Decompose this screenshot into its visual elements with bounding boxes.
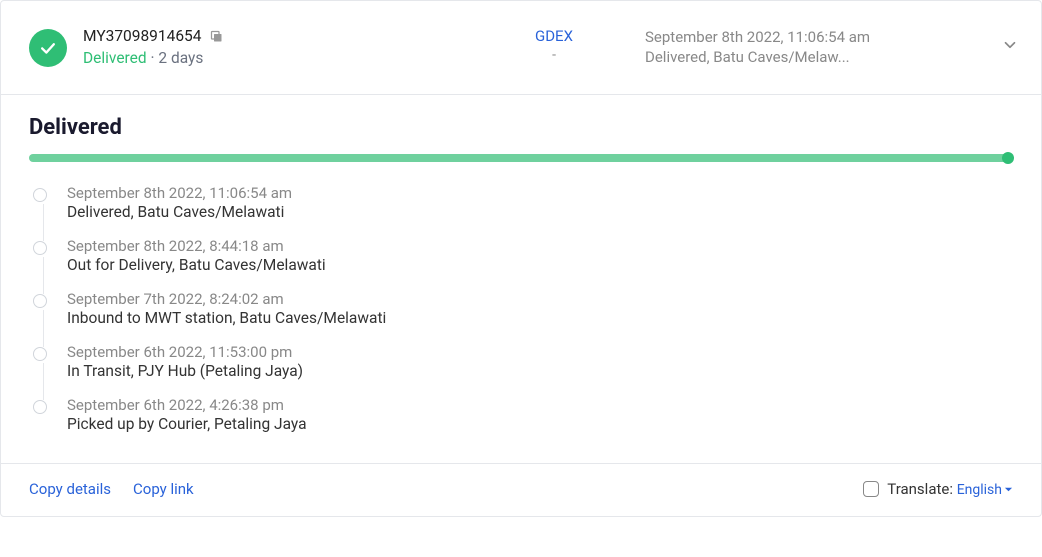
progress-bar xyxy=(29,154,1013,162)
header-left-block: MY37098914654 Delivered · 2 days xyxy=(83,27,463,67)
timeline-text: Out for Delivery, Batu Caves/Melawati xyxy=(67,256,1013,274)
header-carrier-block: GDEX - xyxy=(479,27,629,63)
timeline-section: Delivered September 8th 2022, 11:06:54 a… xyxy=(1,95,1041,463)
timeline-text: Picked up by Courier, Petaling Jaya xyxy=(67,415,1013,433)
status-line: Delivered · 2 days xyxy=(83,49,463,67)
checkmark-icon xyxy=(38,38,58,58)
timeline-marker-icon xyxy=(33,400,47,414)
header-latest-block: September 8th 2022, 11:06:54 am Delivere… xyxy=(645,27,973,68)
latest-timestamp: September 8th 2022, 11:06:54 am xyxy=(645,27,973,47)
timeline-item: September 8th 2022, 11:06:54 am Delivere… xyxy=(33,184,1013,221)
timeline-marker-icon xyxy=(33,241,47,255)
timeline-connector xyxy=(43,310,44,347)
caret-down-icon xyxy=(1004,482,1013,498)
timeline-connector xyxy=(43,363,44,400)
copy-icon[interactable] xyxy=(209,29,224,44)
translate-language-text: English xyxy=(957,482,1002,498)
timeline-item: September 6th 2022, 11:53:00 pm In Trans… xyxy=(33,343,1013,380)
translate-checkbox[interactable] xyxy=(863,481,879,497)
progress-dot xyxy=(1002,152,1014,164)
translate-language-select[interactable]: English xyxy=(957,482,1013,498)
timeline-list: September 8th 2022, 11:06:54 am Delivere… xyxy=(29,184,1013,433)
section-title: Delivered xyxy=(29,115,1013,140)
timeline-marker-icon xyxy=(33,294,47,308)
timeline-marker-icon xyxy=(33,188,47,202)
timeline-date: September 6th 2022, 11:53:00 pm xyxy=(67,343,1013,361)
timeline-date: September 8th 2022, 11:06:54 am xyxy=(67,184,1013,202)
timeline-connector xyxy=(43,204,44,241)
translate-control: Translate: English xyxy=(863,480,1013,498)
chevron-down-icon xyxy=(1001,36,1019,54)
status-label: Delivered xyxy=(83,49,147,67)
tracking-card: MY37098914654 Delivered · 2 days GDEX - … xyxy=(0,0,1042,517)
copy-details-link[interactable]: Copy details xyxy=(29,480,111,498)
timeline-date: September 8th 2022, 8:44:18 am xyxy=(67,237,1013,255)
tracking-header[interactable]: MY37098914654 Delivered · 2 days GDEX - … xyxy=(1,1,1041,94)
timeline-item: September 6th 2022, 4:26:38 pm Picked up… xyxy=(33,396,1013,433)
timeline-item: September 8th 2022, 8:44:18 am Out for D… xyxy=(33,237,1013,274)
status-duration: 2 days xyxy=(158,49,203,67)
translate-label: Translate: xyxy=(887,480,956,498)
timeline-marker-icon xyxy=(33,347,47,361)
footer: Copy details Copy link Translate: Englis… xyxy=(1,463,1041,516)
timeline-text: In Transit, PJY Hub (Petaling Jaya) xyxy=(67,362,1013,380)
latest-status: Delivered, Batu Caves/Melaw... xyxy=(645,47,860,67)
tracking-number: MY37098914654 xyxy=(83,27,201,45)
timeline-date: September 6th 2022, 4:26:38 pm xyxy=(67,396,1013,414)
expand-toggle[interactable] xyxy=(1001,36,1019,58)
status-badge-icon xyxy=(29,29,67,67)
timeline-text: Inbound to MWT station, Batu Caves/Melaw… xyxy=(67,309,1013,327)
carrier-name[interactable]: GDEX xyxy=(479,27,629,45)
timeline-text: Delivered, Batu Caves/Melawati xyxy=(67,203,1013,221)
carrier-sub: - xyxy=(479,47,629,63)
timeline-item: September 7th 2022, 8:24:02 am Inbound t… xyxy=(33,290,1013,327)
timeline-date: September 7th 2022, 8:24:02 am xyxy=(67,290,1013,308)
copy-link-link[interactable]: Copy link xyxy=(133,480,194,498)
timeline-connector xyxy=(43,257,44,294)
